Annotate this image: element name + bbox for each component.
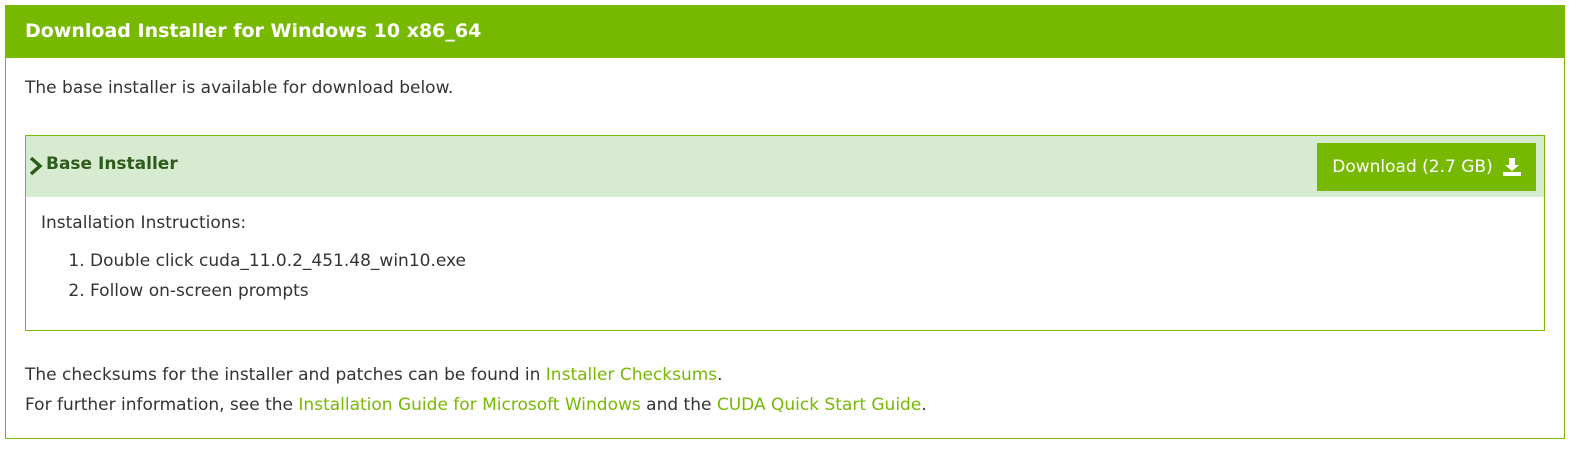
further-info-middle: and the <box>640 395 717 415</box>
checksums-line: The checksums for the installer and patc… <box>25 360 927 390</box>
installation-guide-link[interactable]: Installation Guide for Microsoft Windows <box>298 395 640 415</box>
installation-instructions: Installation Instructions: Double click … <box>26 197 1544 306</box>
further-info-text: For further information, see the <box>25 395 299 415</box>
checksums-suffix: . <box>717 365 723 385</box>
panel-header: Download Installer for Windows 10 x86_64 <box>6 6 1564 58</box>
instruction-steps: Double click cuda_11.0.2_451.48_win10.ex… <box>41 246 1544 306</box>
intro-text: The base installer is available for down… <box>25 78 454 98</box>
installer-checksums-link[interactable]: Installer Checksums <box>546 365 717 385</box>
quick-start-guide-link[interactable]: CUDA Quick Start Guide <box>717 395 921 415</box>
instruction-step: Follow on-screen prompts <box>90 276 1544 306</box>
download-button-label: Download (2.7 GB) <box>1332 157 1493 177</box>
footer-text: The checksums for the installer and patc… <box>25 360 927 420</box>
instruction-step: Double click cuda_11.0.2_451.48_win10.ex… <box>90 246 1544 276</box>
further-info-line: For further information, see the Install… <box>25 390 927 420</box>
checksums-text: The checksums for the installer and patc… <box>25 365 546 385</box>
chevron-right-icon[interactable] <box>29 156 43 176</box>
installer-box: Base Installer Download (2.7 GB) Install… <box>25 135 1545 331</box>
download-panel: Download Installer for Windows 10 x86_64… <box>5 5 1565 439</box>
instructions-label: Installation Instructions: <box>41 213 247 233</box>
installer-title[interactable]: Base Installer <box>46 154 178 174</box>
download-button[interactable]: Download (2.7 GB) <box>1317 143 1536 191</box>
installer-header[interactable]: Base Installer Download (2.7 GB) <box>26 136 1544 197</box>
download-icon <box>1502 158 1521 176</box>
further-info-suffix: . <box>921 395 927 415</box>
